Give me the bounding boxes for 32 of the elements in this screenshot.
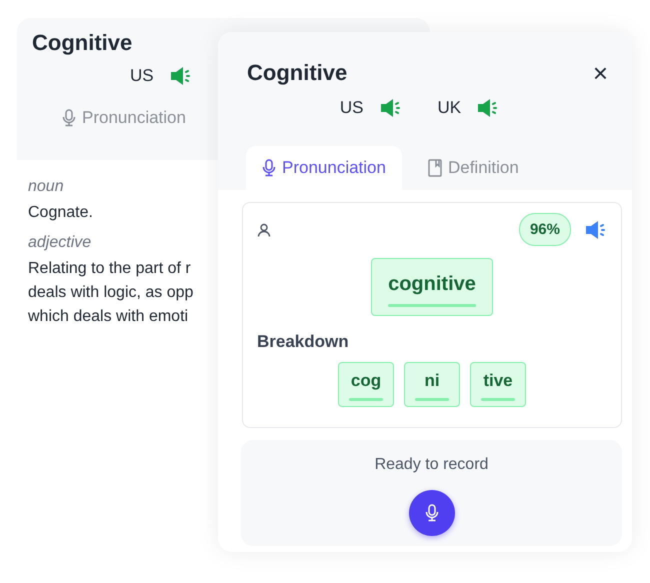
microphone-icon bbox=[262, 159, 276, 177]
definition-text: which deals with emoti bbox=[28, 308, 188, 326]
word-title: Cognitive bbox=[32, 30, 134, 56]
record-status: Ready to record bbox=[374, 456, 488, 474]
breakdown-heading: Breakdown bbox=[257, 332, 350, 352]
person-icon bbox=[257, 222, 271, 236]
record-button[interactable] bbox=[408, 490, 454, 536]
tab[interactable]: Pronunciation bbox=[48, 100, 200, 136]
score-badge: 96% bbox=[518, 213, 571, 246]
tab[interactable]: Pronunciation bbox=[246, 146, 402, 190]
definition-text: Relating to the part of r bbox=[28, 260, 191, 278]
accent-label: UK bbox=[438, 98, 462, 118]
tab[interactable]: Definition bbox=[412, 146, 535, 190]
accent-label: US bbox=[340, 98, 364, 118]
speaker-icon[interactable] bbox=[477, 98, 500, 118]
part-of-speech: adjective bbox=[28, 234, 92, 252]
speaker-icon[interactable] bbox=[585, 220, 607, 240]
part-of-speech: noun bbox=[28, 178, 64, 196]
speaker-icon[interactable] bbox=[380, 98, 402, 118]
syllable-chip: cog bbox=[338, 362, 394, 407]
close-button[interactable]: × bbox=[588, 60, 612, 86]
syllable-chip: ni bbox=[404, 362, 460, 407]
book-icon bbox=[428, 159, 442, 177]
definition-text: Cognate. bbox=[28, 204, 93, 222]
syllable-chip: tive bbox=[470, 362, 526, 407]
definition-text: deals with logic, as opp bbox=[28, 284, 194, 302]
word-chip: cognitive bbox=[371, 258, 493, 316]
microphone-icon bbox=[62, 109, 76, 127]
accent-label: US bbox=[130, 66, 154, 86]
word-title: Cognitive bbox=[247, 60, 348, 86]
microphone-icon bbox=[424, 504, 438, 522]
speaker-icon[interactable] bbox=[170, 66, 192, 86]
